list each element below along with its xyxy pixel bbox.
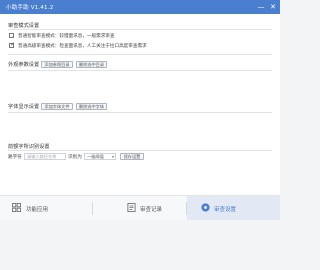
tab-functions[interactable]: 功能应用 — [0, 196, 92, 221]
window-title: 小助手助 V1.41.2 — [6, 5, 54, 11]
settings-panel: 审查模式设置 普通智能审查模式：较慢面讯息，一般需求审查 普通高级审查模式：检查… — [0, 14, 280, 195]
mode-section-title: 审查模式设置 — [8, 23, 40, 29]
tab-settings-label: 审查设置 — [214, 207, 237, 213]
path-input[interactable]: 请输入路径名称 — [24, 153, 66, 160]
mode-option-2-label: 普通高级审查模式：检查面讯息，人工关注于拉口高度审查需求 — [18, 43, 147, 49]
mode-option-2-checkbox[interactable] — [9, 42, 15, 48]
document-icon — [127, 203, 136, 212]
add-reference-dir-button[interactable]: 添加参照目录 — [41, 61, 73, 68]
tab-settings[interactable]: 审查设置 — [187, 196, 280, 221]
remove-font-button[interactable]: 删除选中字体 — [76, 103, 107, 110]
mode-option-1-checkbox[interactable] — [9, 32, 14, 38]
tab-functions-label: 功能应用 — [26, 207, 49, 213]
settings-gear-icon — [201, 203, 210, 212]
recognition-section-title: 前额字所识别设置 — [8, 144, 50, 150]
remove-reference-dir-button[interactable]: 删除选中目录 — [76, 61, 107, 68]
add-font-file-button[interactable]: 添加字体文件 — [41, 103, 73, 110]
path-char-label: 路字符 — [8, 155, 22, 160]
threshold-select[interactable]: 一级阈值 ▾ — [84, 153, 116, 160]
tab-records-label: 审查记录 — [140, 207, 163, 213]
save-settings-button[interactable]: 保存设置 — [120, 153, 144, 160]
divider — [8, 29, 272, 30]
recognize-as-label: 识别为 — [68, 155, 82, 160]
mode-option-1-label: 普通智能审查模式：较慢面讯息，一般需求审查 — [18, 33, 115, 39]
divider — [8, 150, 272, 151]
title-bar: 小助手助 V1.41.2 — ✕ — [0, 0, 280, 14]
divider — [8, 70, 272, 71]
chevron-down-icon: ▾ — [111, 154, 114, 159]
grid-icon — [12, 203, 21, 212]
font-section-title: 字体显示设置 — [8, 104, 40, 110]
close-button[interactable]: ✕ — [268, 2, 278, 12]
divider — [8, 54, 272, 55]
empty-area — [0, 220, 280, 270]
minimize-button[interactable]: — — [256, 2, 266, 12]
appearance-section-title: 外观参数设置 — [8, 62, 40, 68]
tab-records[interactable]: 审查记录 — [93, 196, 185, 221]
threshold-select-value: 一级阈值 — [87, 154, 104, 159]
bottom-tab-bar: 功能应用 审查记录 审查设置 — [0, 195, 280, 221]
divider — [8, 112, 272, 113]
